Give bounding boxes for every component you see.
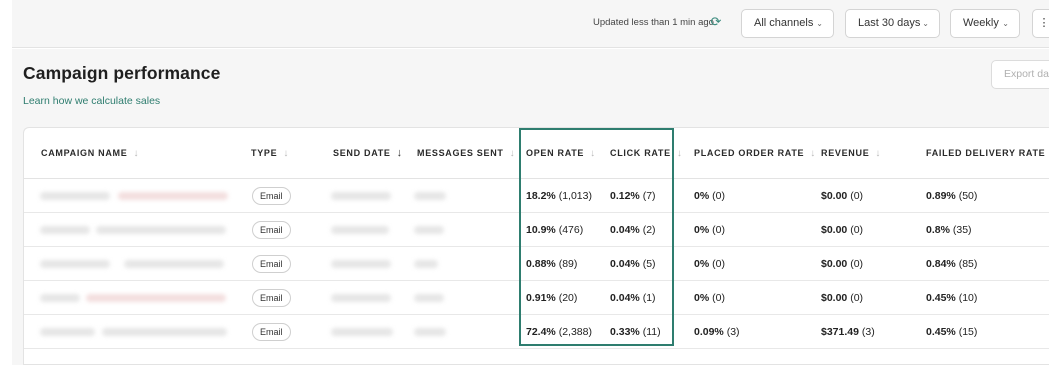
table-row[interactable]: Email 10.9% (476) 0.04% (2) 0% (0) $0.00… [24,213,1049,247]
updated-status: Updated less than 1 min ago [593,17,714,28]
column-header-send-date[interactable]: SEND DATE ↓ [333,128,403,179]
campaign-name-redacted [124,260,224,268]
frequency-label: Weekly [963,17,999,29]
messages-sent-redacted [414,260,438,268]
messages-sent-redacted [414,328,446,336]
sort-arrow-icon: ↓ [810,148,816,159]
failed-delivery-rate-cell: 0.45% (15) [926,326,978,338]
campaign-name-redacted [118,192,228,200]
sort-arrow-icon: ↓ [133,148,140,159]
open-rate-cell: 18.2% (1,013) [526,190,592,202]
campaign-name-redacted [40,192,110,200]
column-header-type[interactable]: TYPE ↓ [251,128,289,179]
failed-delivery-rate-cell: 0.45% (10) [926,292,978,304]
column-header-failed-delivery-rate[interactable]: FAILED DELIVERY RATE↓ [926,128,1049,179]
campaign-name-redacted [102,328,227,336]
sort-arrow-icon: ↓ [283,148,290,159]
open-rate-cell: 0.91% (20) [526,292,578,304]
type-badge: Email [252,255,291,273]
main-section: Campaign performance Learn how we calcul… [12,49,1049,365]
more-icon: ⋮ [1038,17,1049,29]
campaign-name-redacted [40,260,110,268]
placed-order-rate-cell: 0% (0) [694,258,725,270]
table-row[interactable]: Email 0.88% (89) 0.04% (5) 0% (0) $0.00 … [24,247,1049,281]
click-rate-cell: 0.33% (11) [610,326,661,338]
page-title: Campaign performance [23,63,221,83]
send-date-redacted [331,328,393,336]
send-date-redacted [331,260,391,268]
date-range-label: Last 30 days [858,17,921,29]
open-rate-cell: 10.9% (476) [526,224,584,236]
export-button[interactable]: Export dat [991,60,1049,89]
campaign-table: CAMPAIGN NAME ↓ TYPE ↓ SEND DATE ↓ MESSAGES… [23,127,1049,365]
placed-order-rate-cell: 0.09% (3) [694,326,740,338]
table-row[interactable]: Email 72.4% (2,388) 0.33% (11) 0.09% (3)… [24,315,1049,349]
click-rate-cell: 0.04% (2) [610,224,656,236]
messages-sent-redacted [414,294,444,302]
column-header-campaign-name[interactable]: CAMPAIGN NAME ↓ [41,128,139,179]
sort-arrow-icon: ↓ [509,148,516,159]
revenue-cell: $0.00 (0) [821,224,864,236]
placed-order-rate-cell: 0% (0) [694,292,725,304]
column-header-messages-sent[interactable]: MESSAGES SENT ↓ [417,128,515,179]
revenue-cell: $0.00 (0) [821,292,864,304]
channel-filter-label: All channels [754,17,814,29]
table-row[interactable]: Email 18.2% (1,013) 0.12% (7) 0% (0) $0.… [24,179,1049,213]
messages-sent-redacted [414,226,444,234]
click-rate-cell: 0.04% (1) [610,292,656,304]
open-rate-cell: 72.4% (2,388) [526,326,592,338]
send-date-redacted [331,294,391,302]
campaign-name-redacted [40,226,90,234]
failed-delivery-rate-cell: 0.89% (50) [926,190,978,202]
column-header-click-rate[interactable]: CLICK RATE ↓ [610,128,683,179]
table-row[interactable]: Email 0.91% (20) 0.04% (1) 0% (0) $0.00 … [24,281,1049,315]
click-rate-cell: 0.12% (7) [610,190,656,202]
frequency-dropdown[interactable]: Weekly ⌄ [950,9,1020,38]
channel-filter-dropdown[interactable]: All channels ⌄ [741,9,834,38]
refresh-icon[interactable]: ⟳ [709,15,723,29]
learn-sales-link[interactable]: Learn how we calculate sales [23,95,160,107]
campaign-name-redacted [96,226,226,234]
failed-delivery-rate-cell: 0.84% (85) [926,258,978,270]
column-header-placed-order-rate[interactable]: PLACED ORDER RATE ↓ [694,128,816,179]
revenue-cell: $0.00 (0) [821,190,864,202]
type-badge: Email [252,323,291,341]
campaign-name-redacted [40,294,80,302]
placed-order-rate-cell: 0% (0) [694,224,725,236]
send-date-redacted [331,226,389,234]
campaign-name-redacted [86,294,226,302]
chevron-down-icon: ⌄ [816,19,823,28]
type-badge: Email [252,187,291,205]
failed-delivery-rate-cell: 0.8% (35) [926,224,972,236]
send-date-redacted [331,192,391,200]
more-options-button[interactable]: ⋮ [1032,9,1049,38]
chevron-down-icon: ⌄ [922,19,929,28]
click-rate-cell: 0.04% (5) [610,258,656,270]
sort-arrow-icon: ↓ [875,148,882,159]
open-rate-cell: 0.88% (89) [526,258,578,270]
placed-order-rate-cell: 0% (0) [694,190,725,202]
messages-sent-redacted [414,192,446,200]
type-badge: Email [252,289,291,307]
revenue-cell: $371.49 (3) [821,326,875,338]
table-header: CAMPAIGN NAME ↓ TYPE ↓ SEND DATE ↓ MESSAGES… [24,128,1049,179]
sort-arrow-icon: ↓ [676,148,683,159]
campaign-name-redacted [40,328,95,336]
sort-arrow-icon: ↓ [590,148,596,159]
chevron-down-icon: ⌄ [1002,19,1009,28]
revenue-cell: $0.00 (0) [821,258,864,270]
type-badge: Email [252,221,291,239]
top-toolbar: Updated less than 1 min ago ⟳ All channe… [12,0,1049,48]
column-header-open-rate[interactable]: OPEN RATE ↓ [526,128,596,179]
date-range-dropdown[interactable]: Last 30 days ⌄ [845,9,940,38]
sort-desc-icon: ↓ [396,147,403,159]
column-header-revenue[interactable]: REVENUE ↓ [821,128,881,179]
